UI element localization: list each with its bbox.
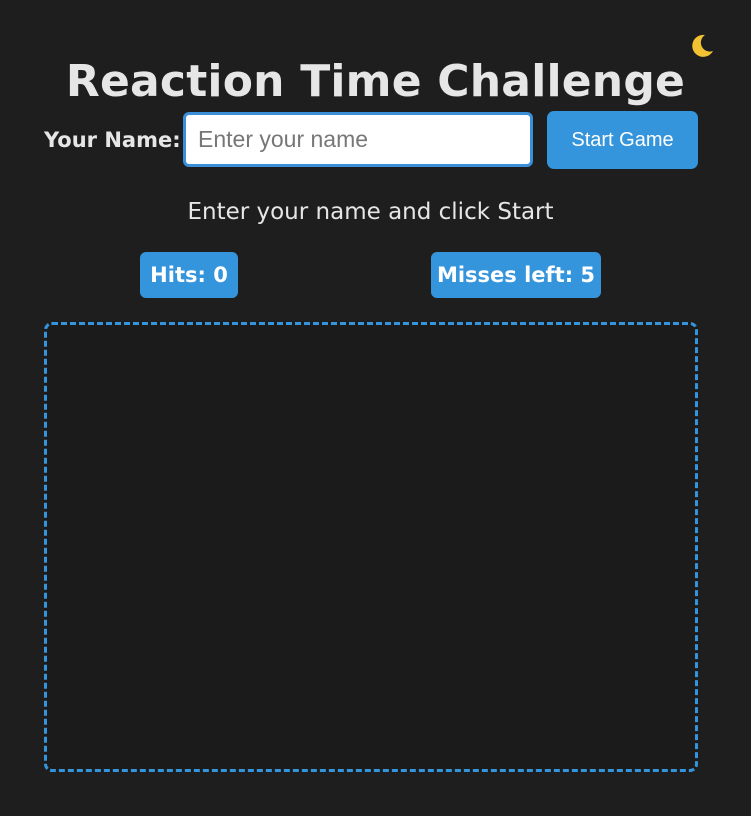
name-label: Your Name:	[44, 128, 181, 152]
misses-left-badge: Misses left: 5	[431, 252, 601, 298]
status-message: Enter your name and click Start	[187, 199, 554, 225]
name-input[interactable]	[183, 112, 533, 167]
app-root: Reaction Time Challenge Your Name: Start…	[0, 0, 751, 816]
start-game-button[interactable]: Start Game	[547, 111, 698, 169]
game-area[interactable]	[44, 322, 698, 772]
page-title: Reaction Time Challenge	[65, 56, 686, 107]
hits-badge: Hits: 0	[140, 252, 238, 298]
